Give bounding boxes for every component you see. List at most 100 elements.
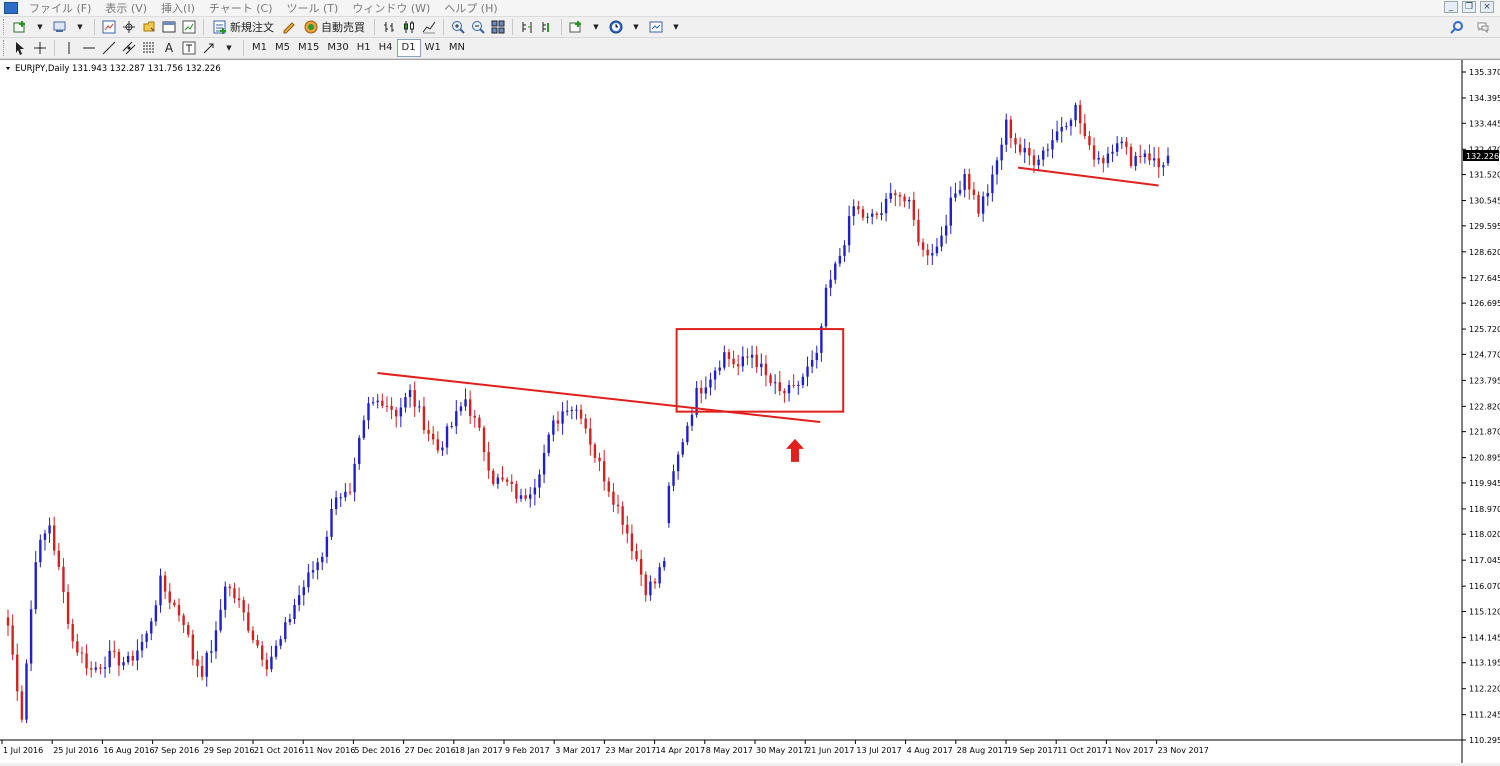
timeframe-h1[interactable]: H1 (353, 40, 375, 56)
auto-trading-button[interactable]: 自動売買 (300, 18, 369, 36)
timeframe-m30[interactable]: M30 (323, 40, 352, 56)
candle-body (718, 367, 721, 371)
zoom-out-button[interactable] (469, 18, 487, 36)
menu-chart[interactable]: チャート (C) (202, 0, 280, 16)
channel-button[interactable] (120, 39, 138, 57)
fibonacci-button[interactable] (140, 39, 158, 57)
vertical-line-icon (68, 42, 70, 54)
candle-body (1051, 140, 1054, 150)
timeframe-d1[interactable]: D1 (396, 39, 421, 57)
toolbar-separator (561, 19, 562, 35)
time-tick-label: 28 Aug 2017 (957, 746, 1008, 755)
candle-body (847, 216, 851, 246)
candle-body (746, 356, 749, 358)
chart-window[interactable]: 135.370 134.395 133.445 132.470 131.520 130.5… (0, 59, 1500, 763)
candle-body (62, 566, 65, 593)
arrows-button[interactable] (200, 39, 218, 57)
cursor-icon (16, 42, 24, 55)
crosshair-button[interactable] (31, 39, 49, 57)
candle-body (566, 410, 569, 412)
candle-body (852, 206, 855, 217)
candle-body (371, 402, 375, 404)
market-watch-button[interactable] (100, 18, 118, 36)
chart-shift-button[interactable] (518, 18, 536, 36)
periods-button[interactable] (607, 18, 625, 36)
menu-window[interactable]: ウィンドウ (W) (345, 0, 437, 16)
candle-body (963, 174, 966, 190)
candle-body (1134, 155, 1137, 167)
price-chart[interactable]: 135.370134.395133.445132.470131.520130.5… (0, 60, 1500, 763)
templates-button[interactable] (647, 18, 665, 36)
new-order-button[interactable]: 新規注文 (209, 18, 278, 36)
candle-body (1046, 149, 1050, 151)
minimize-button[interactable]: _ (1444, 1, 1458, 13)
data-window-button[interactable] (120, 18, 138, 36)
cursor-button[interactable] (11, 39, 29, 57)
timeframe-m5[interactable]: M5 (271, 40, 294, 56)
strategy-tester-button[interactable] (180, 18, 198, 36)
candle-body (797, 385, 800, 387)
price-tick-label: 123.795 (1469, 376, 1500, 385)
time-tick-label: 8 May 2017 (706, 746, 753, 755)
menu-view[interactable]: 表示 (V) (98, 0, 154, 16)
candle-body (270, 656, 273, 670)
auto-scroll-button[interactable] (538, 18, 556, 36)
timeframe-m1[interactable]: M1 (248, 40, 271, 56)
candle-body (709, 379, 712, 388)
templates-dropdown[interactable]: ▼ (667, 18, 685, 36)
menu-help[interactable]: ヘルプ (H) (437, 0, 504, 16)
restore-button[interactable]: ❐ (1462, 1, 1476, 13)
menu-file[interactable]: ファイル (F) (22, 0, 98, 16)
candle-body (321, 556, 324, 563)
profiles-dropdown[interactable]: ▼ (71, 18, 89, 36)
zoom-in-button[interactable] (449, 18, 467, 36)
vertical-line-button[interactable] (60, 39, 78, 57)
terminal-button[interactable] (160, 18, 178, 36)
arrows-dropdown[interactable]: ▼ (220, 39, 238, 57)
candle-body (958, 189, 962, 194)
chevron-down-icon: ▼ (593, 23, 599, 31)
candle-body (25, 663, 28, 720)
timeframe-w1[interactable]: W1 (421, 40, 445, 56)
price-tick-label: 124.770 (1469, 350, 1500, 359)
timeframe-h4[interactable]: H4 (375, 40, 397, 56)
chat-icon[interactable] (1476, 20, 1490, 34)
candle-body (1083, 123, 1087, 137)
trendline-button[interactable] (100, 39, 118, 57)
new-chart-dropdown[interactable]: ▼ (31, 18, 49, 36)
candle-body (108, 650, 111, 668)
horizontal-line-button[interactable] (80, 39, 98, 57)
candle-body (29, 609, 33, 664)
bar-chart-button[interactable] (380, 18, 398, 36)
candle-body (219, 609, 222, 631)
crosshair-icon (34, 42, 46, 54)
candle-body (228, 586, 232, 589)
metaeditor-button[interactable] (280, 18, 298, 36)
periods-dropdown[interactable]: ▼ (627, 18, 645, 36)
text-label-button[interactable] (180, 39, 198, 57)
candlestick-button[interactable] (400, 18, 418, 36)
timeframe-m15[interactable]: M15 (294, 40, 323, 56)
text-button[interactable]: A (160, 39, 178, 57)
candle-body (316, 562, 319, 571)
candle-body (663, 561, 666, 568)
menu-insert[interactable]: 挿入(I) (154, 0, 202, 16)
candle-body (519, 495, 523, 499)
time-tick-label: 29 Sep 2016 (204, 746, 255, 755)
navigator-button[interactable] (140, 18, 158, 36)
indicators-dropdown[interactable]: ▼ (587, 18, 605, 36)
price-tick-label: 127.645 (1469, 274, 1500, 283)
new-chart-button[interactable] (11, 18, 29, 36)
candle-body (376, 400, 379, 403)
candle-body (501, 477, 504, 480)
line-chart-button[interactable] (420, 18, 438, 36)
indicators-button[interactable] (567, 18, 585, 36)
close-button[interactable]: × (1480, 1, 1494, 13)
search-icon[interactable] (1450, 20, 1464, 34)
menu-tools[interactable]: ツール (T) (280, 0, 346, 16)
time-tick-label: 1 Jul 2016 (3, 746, 43, 755)
timeframe-mn[interactable]: MN (445, 40, 469, 56)
time-tick-label: 18 Jan 2017 (455, 746, 503, 755)
profiles-button[interactable] (51, 18, 69, 36)
tile-windows-button[interactable] (489, 18, 507, 36)
